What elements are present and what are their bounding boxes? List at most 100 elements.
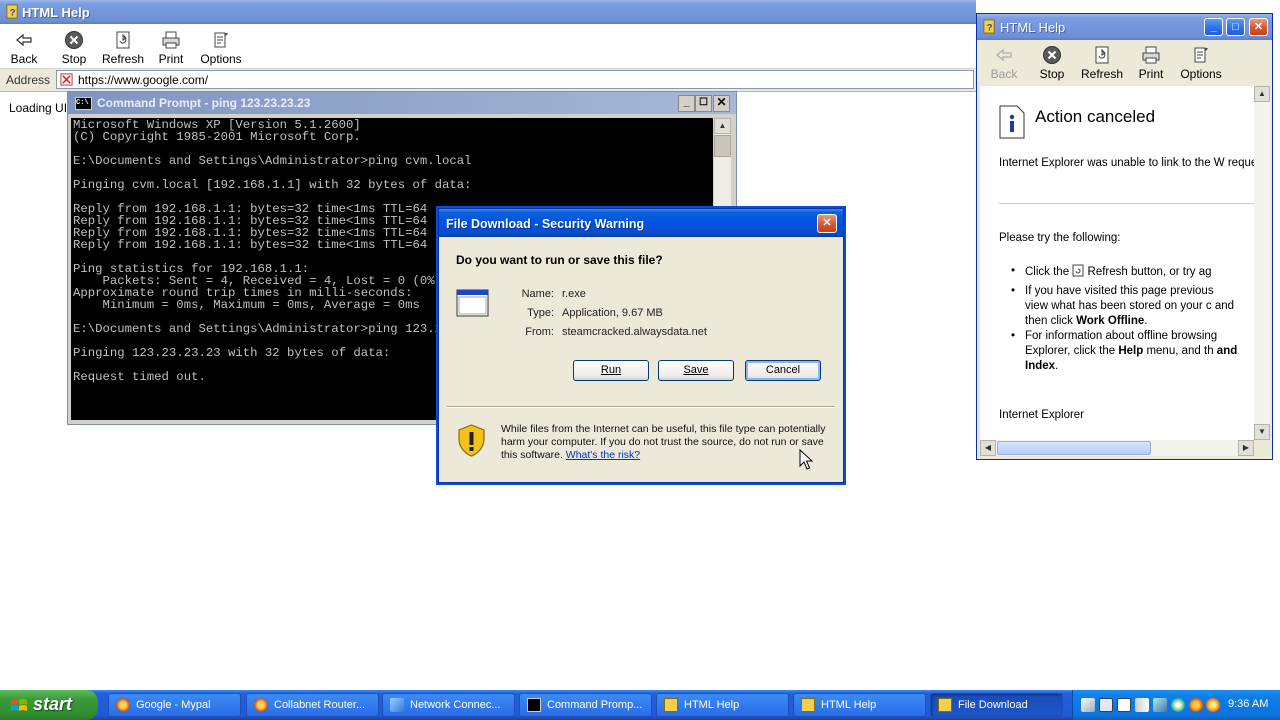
tray-security-icon[interactable]	[1171, 698, 1185, 712]
stop-label: Stop	[61, 52, 87, 66]
options-icon	[214, 32, 228, 48]
tray-shield-icon[interactable]	[1189, 698, 1203, 712]
task-label: HTML Help	[821, 699, 877, 711]
network-icon	[390, 698, 404, 712]
name-label: Name:	[521, 288, 554, 300]
side-refresh-label: Refresh	[1081, 67, 1124, 81]
warning-text-block: While files from the Internet can be use…	[501, 423, 827, 462]
help-icon	[664, 698, 678, 712]
side-stop-label: Stop	[1039, 67, 1065, 81]
help-main-titlebar[interactable]: ? HTML Help	[0, 0, 976, 24]
task-file-download[interactable]: File Download	[930, 693, 1063, 717]
refresh-button[interactable]: Refresh	[101, 30, 145, 66]
save-label: Save	[683, 364, 709, 376]
whats-the-risk-link[interactable]: What's the risk?	[566, 449, 640, 461]
help-side-app-icon: ?	[983, 19, 995, 34]
help-side-minimize-button[interactable]: _	[1204, 18, 1223, 36]
side-options-label: Options	[1180, 67, 1222, 81]
loading-text: Loading UI	[9, 101, 68, 115]
cancel-label: Cancel	[765, 364, 801, 376]
side-options-button[interactable]: Options	[1179, 45, 1223, 81]
help-icon	[801, 698, 815, 712]
side-scroll-left-button[interactable]: ◀	[980, 440, 996, 456]
system-tray: 9:36 AM	[1072, 690, 1280, 720]
back-button[interactable]: Back	[6, 30, 42, 66]
save-button[interactable]: Save	[658, 360, 734, 381]
cmd-app-icon: C:\	[75, 97, 92, 110]
download-icon	[938, 698, 952, 712]
cmd-scroll-thumb[interactable]	[714, 135, 731, 157]
dialog-close-button[interactable]: ✕	[817, 214, 837, 233]
help-side-titlebar[interactable]: ? HTML Help _ □ ✕	[977, 14, 1272, 40]
task-html-help-1[interactable]: HTML Help	[656, 693, 789, 717]
cmd-minimize-button[interactable]: _	[678, 95, 695, 112]
run-button[interactable]: Run	[573, 360, 649, 381]
tray-help-icon[interactable]	[1117, 698, 1131, 712]
side-print-button[interactable]: Print	[1134, 45, 1168, 81]
start-button[interactable]: start	[0, 690, 98, 720]
help-side-maximize-button[interactable]: □	[1226, 18, 1245, 36]
warning-text: While files from the Internet can be use…	[501, 423, 826, 461]
bullet-offline: • If you have visited this page previous…	[1011, 285, 1235, 327]
tray-monitor-icon[interactable]	[1099, 698, 1113, 712]
tray-network-icon[interactable]	[1153, 698, 1167, 712]
cmd-line: E:\Documents and Settings\Administrator>…	[73, 154, 472, 168]
refresh-icon	[116, 31, 130, 49]
task-html-help-2[interactable]: HTML Help	[793, 693, 926, 717]
back-label: Back	[10, 52, 38, 66]
browser-icon	[116, 698, 130, 712]
bullet-refresh-pre: Click the	[1025, 266, 1070, 278]
cmd-titlebar[interactable]: C:\ Command Prompt - ping 123.23.23.23 _…	[68, 92, 736, 114]
security-error-icon	[60, 73, 73, 86]
side-vscrollbar[interactable]: ▲ ▼	[1254, 86, 1270, 440]
task-label: File Download	[958, 699, 1028, 711]
task-collabnet-router[interactable]: Collabnet Router...	[246, 693, 379, 717]
side-scroll-right-button[interactable]: ▶	[1238, 440, 1254, 456]
from-value: steamcracked.alwaysdata.net	[562, 326, 707, 338]
print-button[interactable]: Print	[153, 30, 189, 66]
cmd-title: Command Prompt - ping 123.23.23.23	[97, 96, 311, 110]
side-scroll-up-button[interactable]: ▲	[1254, 86, 1270, 102]
help-side-footer: Internet Explorer	[999, 409, 1085, 421]
tray-speaker-icon[interactable]	[1135, 698, 1149, 712]
inline-refresh-icon	[1072, 264, 1084, 277]
address-label: Address	[6, 73, 51, 87]
side-scroll-down-button[interactable]: ▼	[1254, 424, 1270, 440]
side-back-arrow-icon	[996, 48, 1012, 62]
cmd-close-button[interactable]: ✕	[713, 95, 730, 112]
options-button[interactable]: Options	[199, 30, 243, 66]
tray-globe-icon[interactable]	[1206, 698, 1220, 712]
tray-tool-icon[interactable]	[1081, 698, 1095, 712]
run-label: Run	[600, 364, 622, 376]
bullet-dot: •	[1011, 285, 1016, 297]
side-back-button[interactable]: Back	[987, 45, 1021, 81]
dialog-titlebar[interactable]: File Download - Security Warning ✕	[439, 209, 843, 237]
help-side-heading: Action canceled	[1035, 107, 1156, 126]
type-label: Type:	[527, 307, 554, 319]
stop-button[interactable]: Stop	[56, 30, 92, 66]
security-shield-icon	[458, 424, 485, 457]
side-hscrollbar[interactable]: ◀ ▶	[980, 440, 1254, 456]
clock: 9:36 AM	[1228, 698, 1269, 710]
refresh-label: Refresh	[101, 52, 145, 66]
cmd-scroll-up-button[interactable]: ▲	[714, 118, 731, 134]
side-hscroll-thumb[interactable]	[997, 441, 1151, 455]
cancel-button[interactable]: Cancel	[745, 360, 821, 381]
type-value: Application, 9.67 MB	[562, 307, 663, 319]
cmd-maximize-button[interactable]: ☐	[695, 95, 712, 112]
side-refresh-button[interactable]: Refresh	[1081, 45, 1123, 81]
side-stop-button[interactable]: Stop	[1035, 45, 1069, 81]
help-app-icon: ?	[6, 4, 18, 19]
svg-text:?: ?	[10, 7, 16, 17]
help-menu-text: Help	[1118, 345, 1144, 357]
back-arrow-icon	[16, 33, 32, 47]
address-field[interactable]: https://www.google.com/	[56, 70, 974, 89]
task-google-mypal[interactable]: Google - Mypal	[108, 693, 241, 717]
info-icon	[999, 105, 1025, 139]
bullet-refresh-post: Refresh button, or try ag	[1087, 266, 1212, 278]
help-side-content[interactable]: Action canceled Internet Explorer was un…	[980, 86, 1270, 440]
task-network-connections[interactable]: Network Connec...	[382, 693, 515, 717]
help-side-close-button[interactable]: ✕	[1249, 18, 1268, 36]
name-value: r.exe	[562, 288, 586, 300]
task-command-prompt[interactable]: Command Promp...	[519, 693, 652, 717]
